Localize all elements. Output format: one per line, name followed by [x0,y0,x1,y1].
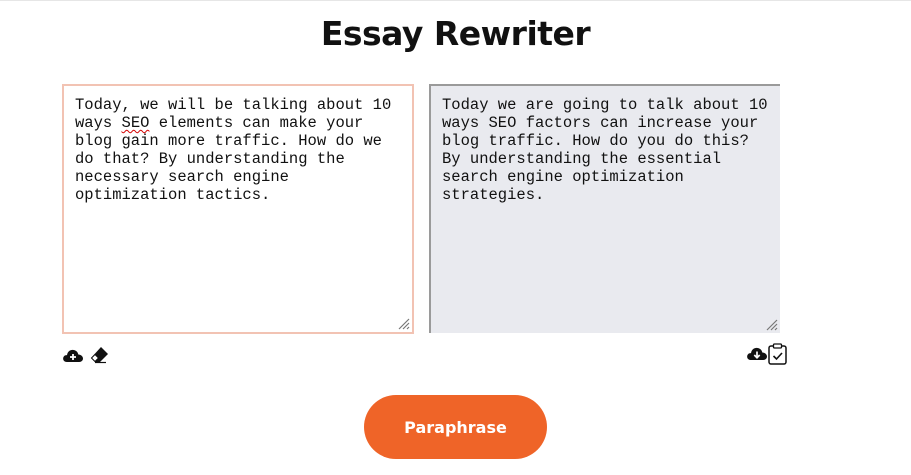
input-textarea[interactable]: Today, we will be talking about 10 ways … [62,84,414,334]
paraphrase-button[interactable]: Paraphrase [364,395,547,459]
top-divider [0,0,911,1]
eraser-icon[interactable] [89,345,110,366]
page-title: Essay Rewriter [320,14,591,53]
cloud-upload-icon[interactable] [62,346,84,364]
output-textarea[interactable]: Today we are going to talk about 10 ways… [429,84,780,333]
cloud-download-icon[interactable] [746,344,768,362]
output-text: Today we are going to talk about 10 ways… [442,96,777,204]
resize-handle-icon[interactable] [398,318,410,330]
misspelled-word: SEO [121,114,150,132]
clipboard-check-icon[interactable] [767,342,788,366]
resize-handle-icon[interactable] [766,319,778,331]
